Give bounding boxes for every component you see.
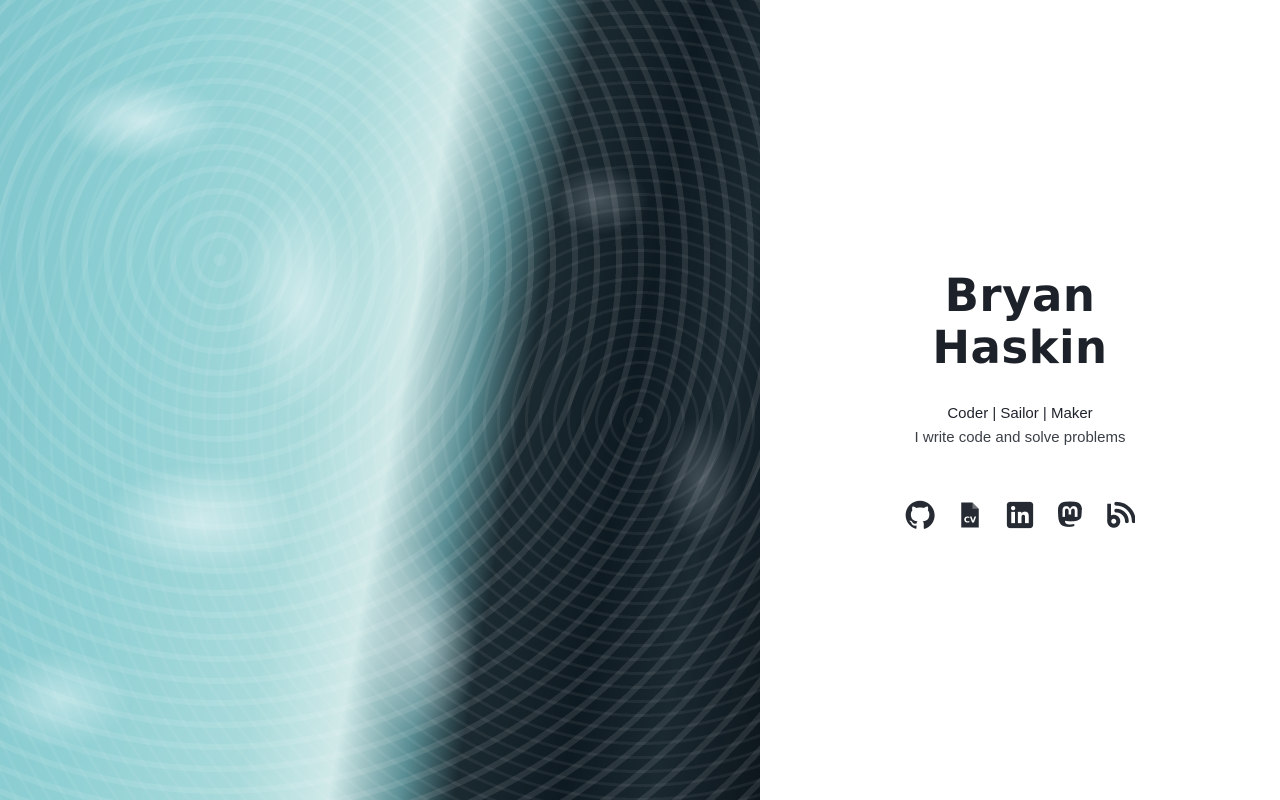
name-last: Haskin (932, 321, 1108, 374)
blog-link[interactable] (1105, 500, 1135, 530)
svg-text:CV: CV (964, 515, 977, 525)
cv-link[interactable]: CV (955, 500, 985, 530)
name-first: Bryan (944, 269, 1096, 322)
mastodon-icon (1058, 501, 1082, 527)
hero-ocean-image (0, 0, 760, 800)
profile-panel: Bryan Haskin Coder | Sailor | Maker I wr… (760, 0, 1280, 800)
blog-icon (1107, 501, 1135, 528)
hero-foam-texture (0, 0, 760, 800)
mastodon-link[interactable] (1055, 500, 1085, 530)
github-link[interactable] (905, 500, 935, 530)
page: Bryan Haskin Coder | Sailor | Maker I wr… (0, 0, 1280, 800)
page-title: Bryan Haskin (932, 270, 1107, 374)
tagline: Coder | Sailor | Maker (947, 405, 1093, 422)
linkedin-icon (1006, 501, 1034, 529)
github-icon (905, 500, 935, 529)
linkedin-link[interactable] (1005, 500, 1035, 530)
bio: I write code and solve problems (914, 429, 1126, 446)
cv-icon: CV (961, 502, 979, 528)
social-links: CV (905, 500, 1135, 530)
